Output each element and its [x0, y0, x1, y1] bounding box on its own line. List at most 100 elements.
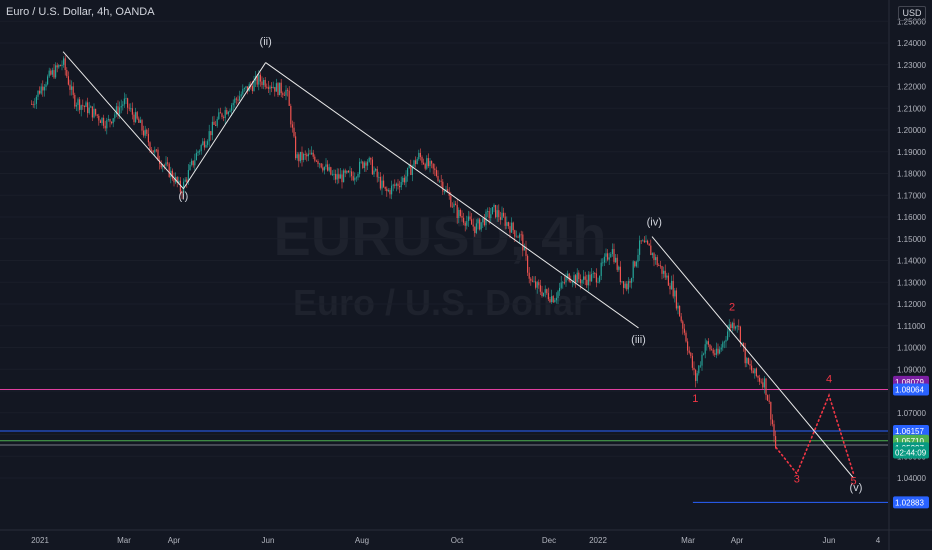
candle-body	[327, 164, 329, 171]
candle-body	[695, 369, 697, 381]
wave-label: 3	[794, 473, 800, 485]
candle-body	[155, 149, 157, 151]
candle-body	[605, 253, 607, 257]
candle-body	[226, 110, 228, 115]
time-tick-label: Dec	[542, 536, 556, 545]
candle-body	[63, 58, 65, 65]
candle-body	[509, 226, 511, 233]
candle-body	[64, 58, 66, 71]
candle-body	[421, 156, 423, 163]
candle-body	[725, 339, 727, 342]
candle-body	[59, 65, 61, 67]
candle-body	[83, 106, 85, 107]
candle-body	[650, 245, 652, 256]
candle-body	[746, 358, 748, 364]
candle-body	[611, 249, 613, 254]
candle-body	[338, 174, 340, 179]
candle-body	[168, 163, 170, 177]
price-chart[interactable]: EURUSD, 4h Euro / U.S. Dollar (i) (ii) (ii…	[0, 0, 932, 550]
candle-body	[147, 133, 149, 143]
candle-body	[520, 234, 522, 236]
candle-body	[547, 293, 549, 300]
candle-body	[205, 144, 207, 148]
candle-body	[378, 176, 380, 178]
price-badge-label: 02:44:09	[895, 449, 927, 458]
candle-body	[583, 276, 585, 280]
candle-body	[50, 70, 52, 75]
candle-body	[85, 102, 87, 107]
candle-body	[80, 105, 82, 110]
candle-body	[51, 70, 53, 75]
candle-body	[127, 98, 129, 108]
candle-body	[471, 219, 473, 225]
price-tick-label: 1.23000	[897, 61, 926, 70]
candle-body	[88, 107, 90, 114]
candle-body	[365, 162, 367, 166]
candle-body	[119, 107, 121, 115]
candle-body	[320, 163, 322, 168]
candle-body	[624, 283, 626, 288]
candle-body	[669, 285, 671, 290]
candle-body	[189, 164, 191, 171]
candle-body	[407, 167, 409, 177]
time-tick-label: Jun	[823, 536, 836, 545]
candle-body	[671, 280, 673, 290]
candle-body	[55, 65, 57, 78]
wave-label: 2	[729, 302, 735, 314]
candle-body	[767, 395, 769, 401]
candle-body	[312, 152, 314, 157]
candle-body	[749, 363, 751, 366]
candle-body	[112, 118, 114, 124]
candle-body	[682, 321, 684, 329]
candle-body	[245, 86, 247, 88]
candle-body	[224, 110, 226, 118]
candle-body	[125, 98, 127, 100]
candle-body	[343, 170, 345, 183]
candle-body	[527, 255, 529, 273]
candle-body	[387, 190, 389, 192]
candle-body	[213, 121, 215, 125]
candle-body	[261, 81, 263, 86]
candle-body	[77, 99, 79, 106]
candle-body	[496, 210, 498, 218]
price-tick-label: 1.12000	[897, 300, 926, 309]
candle-body	[666, 275, 668, 278]
wave-label: 5	[850, 476, 856, 488]
candle-body	[757, 376, 759, 378]
candle-body	[455, 203, 457, 205]
candle-body	[285, 89, 287, 96]
candle-body	[424, 164, 426, 169]
candle-body	[599, 276, 601, 282]
candle-body	[715, 348, 717, 355]
candle-body	[90, 106, 92, 108]
candle-body	[751, 365, 753, 371]
candle-body	[453, 203, 455, 207]
candle-body	[543, 292, 545, 297]
candle-body	[231, 105, 233, 111]
candle-body	[475, 223, 477, 233]
candle-body	[439, 180, 441, 182]
candle-body	[664, 270, 666, 278]
candle-body	[211, 121, 213, 136]
candle-body	[717, 348, 719, 354]
candle-body	[696, 373, 698, 381]
candle-body	[688, 350, 690, 353]
currency-button[interactable]: USD	[898, 6, 926, 21]
candle-body	[538, 282, 540, 286]
wave-label: 4	[826, 373, 832, 385]
candle-body	[762, 382, 764, 388]
candle-body	[514, 230, 516, 237]
candle-body	[528, 272, 530, 279]
candle-body	[282, 93, 284, 95]
candle-body	[301, 151, 303, 161]
candle-body	[495, 204, 497, 218]
candle-body	[703, 353, 705, 355]
candle-body	[79, 99, 81, 110]
candle-body	[533, 281, 535, 283]
candle-body	[504, 216, 506, 226]
price-tick-label: 1.18000	[897, 170, 926, 179]
candle-body	[591, 274, 593, 282]
price-axis[interactable]: 1.250001.240001.230001.220001.210001.200…	[888, 0, 932, 550]
candle-body	[192, 160, 194, 166]
candle-body	[427, 158, 429, 167]
